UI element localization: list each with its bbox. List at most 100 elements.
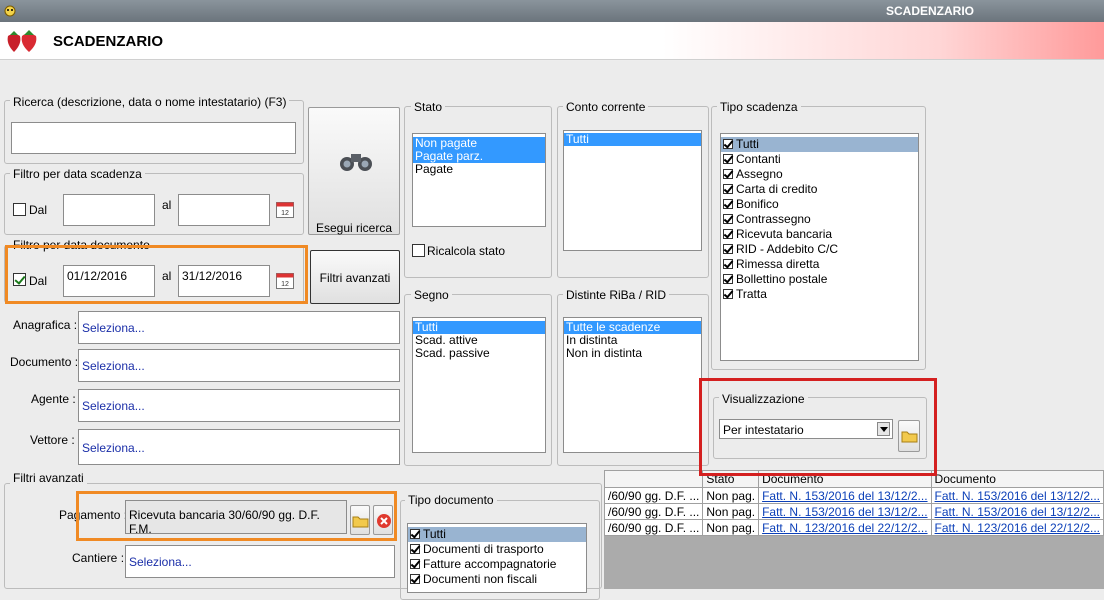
list-item[interactable]: Fatture accompagnatorie bbox=[408, 557, 586, 572]
table-row[interactable]: /60/90 gg. D.F. ... Non pag. Fatt. N. 15… bbox=[604, 503, 1104, 520]
pagamento-clear-button[interactable] bbox=[373, 505, 393, 535]
pagamento-folder-button[interactable] bbox=[350, 505, 370, 535]
list-item[interactable]: Tutti bbox=[721, 137, 918, 152]
grid-cell: /60/90 gg. D.F. ... bbox=[604, 503, 704, 520]
list-item[interactable]: Tutti bbox=[408, 527, 586, 542]
checkbox-icon bbox=[723, 244, 733, 254]
list-item-label: Fatture accompagnatorie bbox=[423, 557, 557, 571]
window-titlebar: SCADENZARIO bbox=[0, 0, 1104, 22]
pagamento-input[interactable]: Ricevuta bancaria 30/60/90 gg. D.F. F.M. bbox=[125, 500, 347, 536]
agente-input[interactable]: Seleziona... bbox=[78, 389, 400, 422]
checkbox-icon bbox=[723, 154, 733, 164]
grid-cell: Non pag. bbox=[702, 503, 760, 520]
results-grid[interactable]: Stato Documento Documento /60/90 gg. D.F… bbox=[604, 470, 1104, 589]
list-item[interactable]: Tutti bbox=[564, 133, 701, 146]
checkbox-icon bbox=[723, 229, 733, 239]
search-input[interactable] bbox=[11, 122, 296, 154]
conto-list[interactable]: Tutti bbox=[563, 130, 702, 251]
list-item[interactable]: Ricevuta bancaria bbox=[721, 227, 918, 242]
list-item[interactable]: Bollettino postale bbox=[721, 272, 918, 287]
tipo-scadenza-list[interactable]: Tutti Contanti Assegno Carta di credito … bbox=[720, 133, 919, 361]
doc-date-checkbox[interactable] bbox=[13, 273, 26, 286]
page-header: SCADENZARIO bbox=[0, 22, 1104, 60]
list-item-label: Assegno bbox=[736, 167, 783, 181]
advanced-filters-button[interactable]: Filtri avanzati bbox=[310, 250, 400, 304]
documento-input[interactable]: Seleziona... bbox=[78, 349, 400, 382]
stato-list[interactable]: Non pagate Pagate parz. Pagate bbox=[412, 133, 546, 227]
grid-cell: /60/90 gg. D.F. ... bbox=[604, 519, 704, 536]
grid-cell: /60/90 gg. D.F. ... bbox=[604, 487, 704, 504]
advanced-filters-label: Filtri avanzati bbox=[319, 271, 391, 285]
grid-cell-link[interactable]: Fatt. N. 153/2016 del 13/12/2... bbox=[758, 503, 932, 520]
grid-cell-link[interactable]: Fatt. N. 123/2016 del 22/12/2... bbox=[758, 519, 932, 536]
due-date-to-input[interactable] bbox=[178, 194, 270, 226]
distinte-list[interactable]: Tutte le scadenze In distinta Non in dis… bbox=[563, 317, 702, 453]
app-icon bbox=[4, 5, 16, 17]
list-item[interactable]: Pagate bbox=[413, 163, 545, 176]
list-item[interactable]: Documenti di trasporto bbox=[408, 542, 586, 557]
table-row[interactable]: /60/90 gg. D.F. ... Non pag. Fatt. N. 12… bbox=[604, 519, 1104, 536]
due-date-checkbox[interactable] bbox=[13, 203, 26, 216]
visualizzazione-select[interactable]: Per intestatario bbox=[719, 419, 893, 439]
list-item[interactable]: Tratta bbox=[721, 287, 918, 302]
list-item-label: Documenti non fiscali bbox=[423, 572, 538, 586]
list-item[interactable]: Scad. passive bbox=[413, 347, 545, 360]
open-folder-button[interactable] bbox=[898, 420, 920, 452]
list-item[interactable]: Documenti non fiscali bbox=[408, 572, 586, 587]
list-item-label: Contrassegno bbox=[736, 212, 811, 226]
folder-icon bbox=[901, 431, 918, 443]
checkbox-icon bbox=[410, 574, 420, 584]
checkbox-icon bbox=[723, 289, 733, 299]
doc-date-to-input[interactable]: 31/12/2016 bbox=[178, 265, 270, 297]
checkbox-icon bbox=[723, 259, 733, 269]
list-item[interactable]: Contrassegno bbox=[721, 212, 918, 227]
tipo-documento-label: Tipo documento bbox=[405, 493, 497, 507]
search-group-label: Ricerca (descrizione, data o nome intest… bbox=[10, 95, 290, 109]
list-item-label: RID - Addebito C/C bbox=[736, 242, 839, 256]
run-search-button[interactable]: Esegui ricerca bbox=[308, 107, 400, 235]
grid-header[interactable]: Stato bbox=[702, 470, 760, 488]
strawberry-icon bbox=[7, 30, 37, 52]
list-item[interactable]: Rimessa diretta bbox=[721, 257, 918, 272]
tipo-documento-list[interactable]: Tutti Documenti di trasporto Fatture acc… bbox=[407, 523, 587, 593]
list-item[interactable]: Carta di credito bbox=[721, 182, 918, 197]
grid-header[interactable]: Documento bbox=[758, 470, 932, 488]
visualizzazione-value: Per intestatario bbox=[723, 423, 804, 437]
advanced-filters-group-label: Filtri avanzati bbox=[10, 471, 87, 485]
doc-date-to-label: al bbox=[162, 269, 172, 283]
list-item[interactable]: Contanti bbox=[721, 152, 918, 167]
cantiere-input[interactable]: Seleziona... bbox=[125, 545, 395, 578]
ricalcola-checkbox[interactable] bbox=[412, 244, 425, 257]
list-item[interactable]: RID - Addebito C/C bbox=[721, 242, 918, 257]
grid-cell-link[interactable]: Fatt. N. 153/2016 del 13/12/2... bbox=[930, 487, 1104, 504]
vettore-input[interactable]: Seleziona... bbox=[78, 429, 400, 465]
calendar-icon[interactable]: 12 bbox=[275, 270, 295, 290]
checkbox-icon bbox=[723, 214, 733, 224]
checkbox-icon bbox=[410, 544, 420, 554]
doc-date-from-input[interactable]: 01/12/2016 bbox=[63, 265, 155, 297]
grid-cell-link[interactable]: Fatt. N. 123/2016 del 22/12/2... bbox=[930, 519, 1104, 536]
agente-label: Agente : bbox=[31, 392, 76, 406]
grid-header[interactable]: Documento bbox=[930, 470, 1104, 488]
calendar-icon[interactable]: 12 bbox=[275, 199, 295, 219]
due-date-to-label: al bbox=[162, 198, 172, 212]
list-item[interactable]: Non in distinta bbox=[564, 347, 701, 360]
grid-cell-link[interactable]: Fatt. N. 153/2016 del 13/12/2... bbox=[930, 503, 1104, 520]
list-item-label: Bonifico bbox=[736, 197, 779, 211]
visualizzazione-label: Visualizzazione bbox=[719, 392, 808, 406]
anagrafica-input[interactable]: Seleziona... bbox=[78, 311, 400, 344]
grid-cell-link[interactable]: Fatt. N. 153/2016 del 13/12/2... bbox=[758, 487, 932, 504]
table-row[interactable]: /60/90 gg. D.F. ... Non pag. Fatt. N. 15… bbox=[604, 487, 1104, 504]
grid-header[interactable] bbox=[604, 470, 704, 488]
list-item[interactable]: Bonifico bbox=[721, 197, 918, 212]
due-date-from-input[interactable] bbox=[63, 194, 155, 226]
checkbox-icon bbox=[723, 184, 733, 194]
grid-cell: Non pag. bbox=[702, 487, 760, 504]
page-title: SCADENZARIO bbox=[53, 33, 164, 50]
segno-list[interactable]: Tutti Scad. attive Scad. passive bbox=[412, 317, 546, 453]
close-icon bbox=[377, 514, 391, 528]
vettore-label: Vettore : bbox=[30, 433, 75, 447]
chevron-down-icon[interactable] bbox=[877, 422, 890, 436]
checkbox-icon bbox=[723, 274, 733, 284]
list-item[interactable]: Assegno bbox=[721, 167, 918, 182]
